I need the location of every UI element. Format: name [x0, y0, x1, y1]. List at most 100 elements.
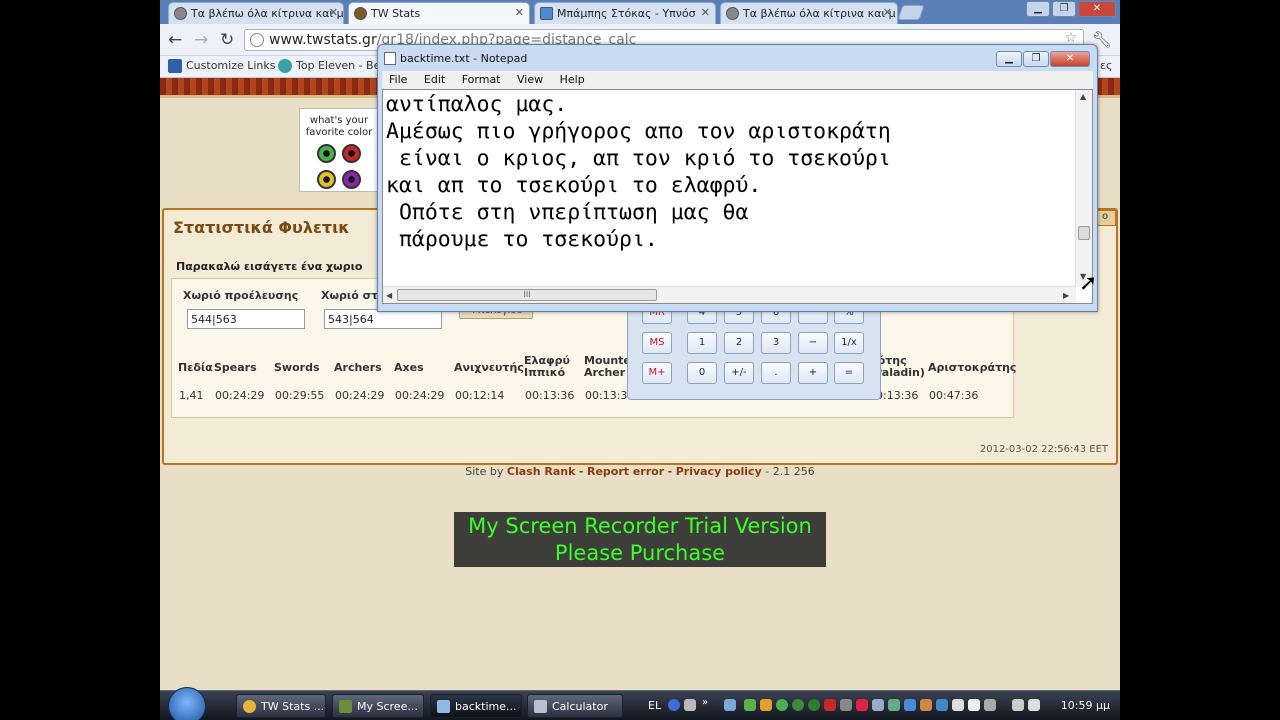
menu-file[interactable]: File — [389, 73, 407, 86]
menu-format[interactable]: Format — [462, 73, 501, 86]
col-swords: Swords — [274, 361, 320, 374]
tray-app-icon[interactable] — [920, 699, 932, 711]
reload-icon[interactable]: ↻ — [220, 30, 234, 50]
site-footer: Site by Clash Rank - Report error - Priv… — [160, 465, 1120, 478]
maximize-button[interactable]: ❐ — [1023, 51, 1049, 67]
calc-key-2[interactable]: 2 — [724, 332, 754, 354]
scroll-left-arrow-icon[interactable]: ◀ — [386, 291, 392, 300]
tab-close-icon[interactable]: ✕ — [883, 6, 892, 19]
tray-app-icon[interactable] — [872, 699, 884, 711]
recorder-watermark: My Screen Recorder Trial Version Please … — [454, 512, 826, 567]
maximize-button[interactable]: ❐ — [1052, 1, 1076, 17]
network-icon[interactable] — [1012, 699, 1024, 711]
language-indicator[interactable]: EL — [648, 699, 661, 712]
help-icon[interactable] — [668, 699, 680, 711]
scroll-right-arrow-icon[interactable]: ▶ — [1063, 291, 1069, 300]
report-error-link[interactable]: Report error — [587, 465, 664, 478]
tray-app-icon[interactable] — [840, 699, 852, 711]
tray-app-icon[interactable] — [824, 699, 836, 711]
notepad-editor[interactable]: αντίπαλος μας. Αμέσως πιο γρήγορος απο τ… — [382, 89, 1093, 304]
minimize-button[interactable]: ▁ — [1026, 1, 1050, 17]
tray-app-icon[interactable] — [792, 699, 804, 711]
tray-app-icon[interactable] — [760, 699, 772, 711]
scroll-up-arrow-icon[interactable]: ▲ — [1080, 92, 1086, 101]
task-calculator[interactable]: Calculator — [527, 694, 623, 718]
calc-key-3[interactable]: 3 — [761, 332, 791, 354]
tab-label: Τα βλέπω όλα κίτρινα και μ — [191, 7, 344, 20]
bookmark-top-eleven[interactable]: Top Eleven - Be — [278, 59, 380, 73]
calc-key-minus[interactable]: − — [798, 332, 828, 354]
back-arrow-icon[interactable]: ← — [168, 30, 182, 50]
new-tab-button[interactable] — [897, 5, 925, 20]
minimize-button[interactable]: ▁ — [996, 51, 1022, 67]
close-button[interactable]: ✕ — [1078, 1, 1116, 17]
horizontal-scroll-thumb[interactable]: III — [397, 289, 657, 301]
volume-icon[interactable] — [1028, 699, 1040, 711]
start-button[interactable] — [168, 687, 206, 720]
tray-app-icon[interactable] — [856, 699, 868, 711]
clash-rank-link[interactable]: Clash Rank — [507, 465, 576, 478]
tray-app-icon[interactable] — [808, 699, 820, 711]
origin-village-input[interactable] — [187, 309, 305, 329]
menu-edit[interactable]: Edit — [424, 73, 445, 86]
calc-key-0[interactable]: 0 — [687, 362, 717, 384]
tab-2[interactable]: TW Stats ✕ — [348, 2, 530, 24]
screen: Τα βλέπω όλα κίτρινα και μ ✕ TW Stats ✕ … — [160, 0, 1120, 720]
calc-key-plus[interactable]: + — [798, 362, 828, 384]
tray-app-icon[interactable] — [724, 699, 736, 711]
color-ad-banner[interactable]: what's your favorite color — [299, 108, 379, 192]
calc-key-negate[interactable]: +/- — [724, 362, 754, 384]
tray-app-icon[interactable] — [776, 699, 788, 711]
privacy-policy-link[interactable]: Privacy policy — [676, 465, 762, 478]
cell-axes: 00:24:29 — [395, 389, 445, 402]
target-village-input[interactable] — [324, 309, 442, 329]
task-tw-stats[interactable]: TW Stats ... — [236, 694, 326, 718]
bookmarks-overflow[interactable]: ες — [1100, 59, 1112, 72]
cell-noble: 00:47:36 — [929, 389, 979, 402]
task-label: My Scree... — [357, 700, 418, 713]
tab-close-icon[interactable]: ✕ — [701, 6, 710, 19]
tab-close-icon[interactable]: ✕ — [329, 6, 338, 19]
vertical-scroll-thumb[interactable] — [1078, 226, 1090, 240]
calc-key-mplus[interactable]: M+ — [642, 362, 672, 384]
tab-4[interactable]: Τα βλέπω όλα κίτρινα και μ ✕ — [720, 2, 898, 24]
cell-scout: 00:12:14 — [455, 389, 505, 402]
notepad-text[interactable]: αντίπαλος μας. Αμέσως πιο γρήγορος απο τ… — [386, 91, 1076, 284]
show-hidden-icon[interactable]: » — [702, 697, 714, 709]
tab-3[interactable]: Μπάμπης Στόκας - Υπνόσ ✕ — [534, 2, 716, 24]
menu-view[interactable]: View — [517, 73, 543, 86]
horizontal-scrollbar[interactable]: ◀ III ▶ — [383, 286, 1076, 303]
tab-label: Μπάμπης Στόκας - Υπνόσ — [557, 7, 696, 20]
calc-key-ms[interactable]: MS — [642, 332, 672, 354]
ad-text: what's your favorite color — [305, 115, 373, 138]
tab-close-icon[interactable]: ✕ — [515, 6, 524, 19]
calc-key-1[interactable]: 1 — [687, 332, 717, 354]
col-noble: Αριστοκράτης — [928, 361, 1017, 374]
task-screen-recorder[interactable]: My Scree... — [332, 694, 424, 718]
calc-key-reciprocal[interactable]: 1/x — [834, 332, 864, 354]
tab-1[interactable]: Τα βλέπω όλα κίτρινα και μ ✕ — [168, 2, 344, 24]
cell-fields: 1,41 — [179, 389, 204, 402]
notepad-title: backtime.txt - Notepad — [400, 52, 528, 65]
forward-arrow-icon[interactable]: → — [194, 30, 208, 50]
tab-favicon-icon — [540, 7, 553, 20]
calc-key-equals[interactable]: = — [834, 362, 864, 384]
tray-app-icon[interactable] — [888, 699, 900, 711]
vertical-scrollbar[interactable]: ▲ ▼ — [1075, 90, 1092, 286]
cell-spears: 00:24:29 — [215, 389, 265, 402]
globe-icon — [250, 33, 264, 47]
bookmark-customize-links[interactable]: Customize Links — [168, 59, 276, 73]
tray-app-icon[interactable] — [984, 699, 996, 711]
task-notepad[interactable]: backtime... — [430, 694, 522, 718]
tray-app-icon[interactable] — [936, 699, 948, 711]
tray-app-icon[interactable] — [952, 699, 964, 711]
tray-app-icon[interactable] — [968, 699, 980, 711]
system-clock[interactable]: 10:59 μμ — [1061, 699, 1110, 712]
close-button[interactable]: ✕ — [1050, 51, 1090, 67]
ime-icon[interactable] — [684, 699, 696, 711]
tray-app-icon[interactable] — [744, 699, 756, 711]
tray-app-icon[interactable] — [904, 699, 916, 711]
menu-help[interactable]: Help — [560, 73, 585, 86]
eye-icon — [341, 144, 361, 163]
calc-key-decimal[interactable]: . — [761, 362, 791, 384]
